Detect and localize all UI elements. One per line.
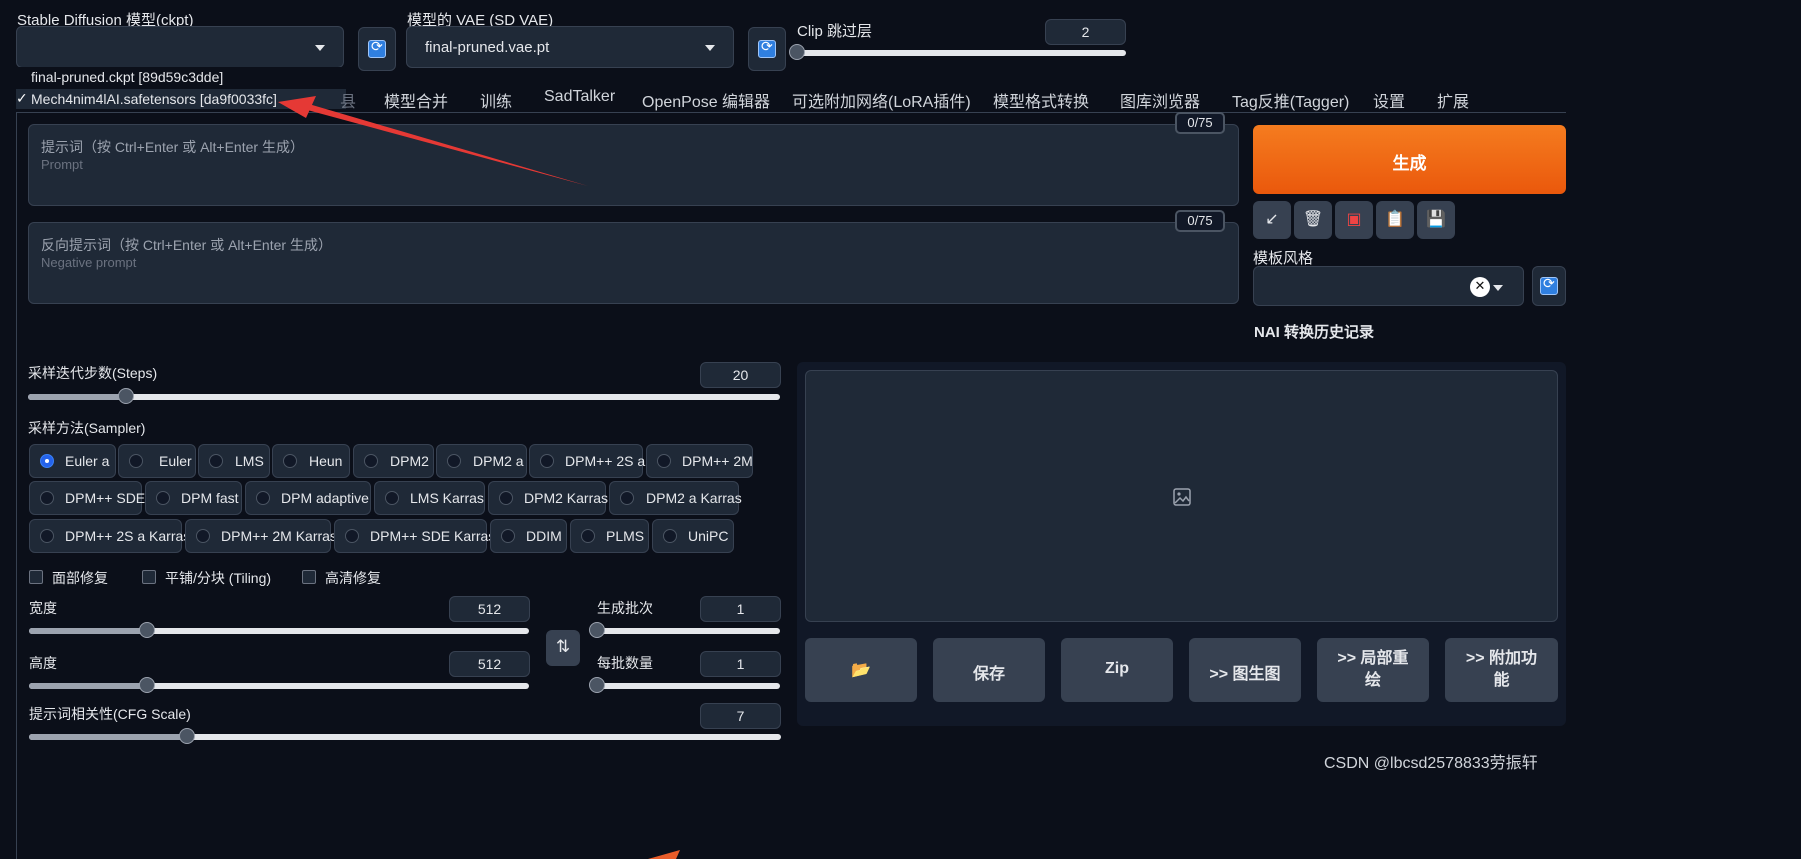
- annotation-arrow-shaft: [300, 102, 588, 186]
- annotation-arrow: [278, 96, 680, 859]
- annotation-arrow-fragment: [648, 850, 680, 859]
- annotation-arrow-head: [278, 96, 316, 118]
- watermark: CSDN @lbcsd2578833劳振轩: [1324, 755, 1538, 772]
